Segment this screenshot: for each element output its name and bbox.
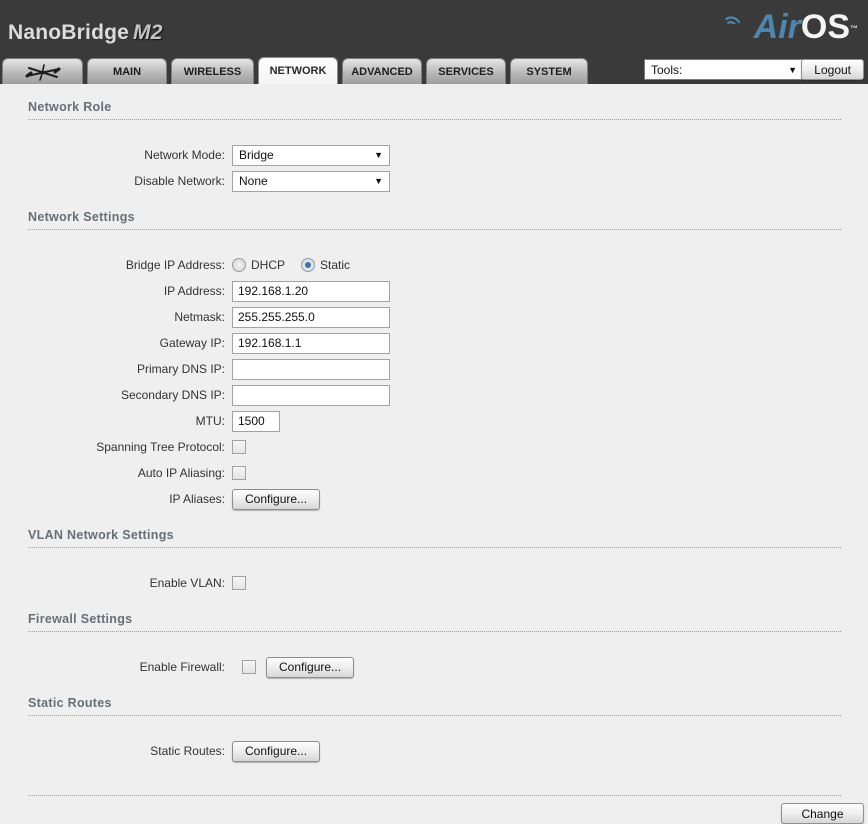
tab-network-label: NETWORK: [269, 65, 327, 77]
ip-address-label: IP Address:: [163, 284, 225, 298]
section-title-static-routes: Static Routes: [28, 696, 841, 716]
tools-dropdown-label: Tools:: [651, 62, 683, 77]
mtu-row: MTU:: [28, 408, 841, 434]
static-radio-label: Static: [320, 258, 351, 272]
product-title: NanoBridge M2: [8, 21, 163, 45]
secondary-dns-input[interactable]: [232, 384, 390, 406]
firewall-form: Enable Firewall: Configure...: [28, 654, 841, 680]
footer-row: Change: [28, 803, 864, 824]
gateway-input[interactable]: [232, 332, 390, 354]
network-mode-row: Network Mode: Bridge ▼: [28, 142, 841, 168]
network-mode-label: Network Mode:: [144, 148, 225, 162]
bridge-ip-row: Bridge IP Address: DHCP Static: [28, 252, 841, 278]
footer-divider: [28, 795, 841, 796]
tab-ubiquiti-home[interactable]: [2, 58, 83, 84]
primary-dns-label: Primary DNS IP:: [136, 362, 225, 376]
tab-wireless-label: WIRELESS: [183, 65, 242, 78]
network-page: Network Role Network Mode: Bridge ▼ Disa…: [0, 100, 868, 824]
primary-dns-row: Primary DNS IP:: [28, 356, 841, 382]
section-title-network-role: Network Role: [28, 100, 841, 120]
mtu-label: MTU:: [195, 414, 225, 428]
tab-main-label: MAIN: [112, 65, 142, 78]
enable-firewall-label: Enable Firewall:: [139, 660, 225, 674]
enable-vlan-row: Enable VLAN:: [28, 570, 841, 596]
ip-aliases-label: IP Aliases:: [169, 492, 225, 506]
static-routes-label: Static Routes:: [150, 744, 225, 758]
stp-row: Spanning Tree Protocol:: [28, 434, 841, 460]
firewall-configure-button[interactable]: Configure...: [266, 656, 355, 678]
tab-main[interactable]: MAIN: [87, 58, 167, 84]
gateway-label: Gateway IP:: [159, 336, 225, 350]
primary-dns-input[interactable]: [232, 358, 390, 380]
airos-logo-tm: ™: [850, 24, 858, 33]
stp-label: Spanning Tree Protocol:: [96, 440, 225, 454]
chevron-down-icon: ▼: [374, 150, 383, 160]
stp-checkbox[interactable]: [232, 440, 246, 454]
ubiquiti-antenna-icon: [25, 63, 60, 81]
network-role-form: Network Mode: Bridge ▼ Disable Network: …: [28, 142, 841, 194]
disable-network-value: None: [239, 174, 268, 188]
logout-button[interactable]: Logout: [801, 59, 864, 80]
section-title-vlan: VLAN Network Settings: [28, 528, 841, 548]
network-mode-select[interactable]: Bridge ▼: [232, 144, 390, 166]
product-name: NanoBridge: [8, 21, 130, 44]
enable-firewall-checkbox[interactable]: [242, 660, 256, 674]
tab-network[interactable]: NETWORK: [258, 57, 338, 84]
chevron-down-icon: ▼: [374, 176, 383, 186]
tab-bar: MAIN WIRELESS NETWORK ADVANCED SERVICES …: [0, 57, 868, 84]
bridge-ip-radio-group: DHCP Static: [232, 258, 366, 272]
ip-aliases-configure-button[interactable]: Configure...: [232, 488, 321, 510]
network-mode-value: Bridge: [239, 148, 274, 162]
static-routes-configure-button[interactable]: Configure...: [232, 740, 321, 762]
section-title-network-settings: Network Settings: [28, 210, 841, 230]
tab-services-label: SERVICES: [438, 65, 494, 78]
dhcp-radio[interactable]: DHCP: [232, 258, 285, 272]
secondary-dns-label: Secondary DNS IP:: [120, 388, 225, 402]
product-model: M2: [133, 21, 163, 44]
tab-advanced[interactable]: ADVANCED: [342, 58, 422, 84]
network-settings-form: Bridge IP Address: DHCP Static IP Addres…: [28, 252, 841, 512]
auto-ip-aliasing-checkbox[interactable]: [232, 466, 246, 480]
enable-firewall-row: Enable Firewall: Configure...: [28, 654, 841, 680]
enable-vlan-label: Enable VLAN:: [149, 576, 225, 590]
dhcp-radio-label: DHCP: [251, 258, 286, 272]
vlan-form: Enable VLAN:: [28, 570, 841, 596]
static-routes-form: Static Routes: Configure...: [28, 738, 841, 764]
header: NanoBridge M2 AirOS™ MAIN WIRELESS NETWO…: [0, 0, 868, 84]
mtu-input[interactable]: [232, 410, 280, 432]
tab-system-label: SYSTEM: [526, 65, 572, 78]
static-radio-circle: [301, 258, 316, 272]
gateway-row: Gateway IP:: [28, 330, 841, 356]
section-title-firewall: Firewall Settings: [28, 612, 841, 632]
disable-network-row: Disable Network: None ▼: [28, 168, 841, 194]
static-routes-row: Static Routes: Configure...: [28, 738, 841, 764]
tab-system[interactable]: SYSTEM: [510, 58, 588, 84]
ip-address-input[interactable]: [232, 280, 390, 302]
disable-network-select[interactable]: None ▼: [232, 170, 390, 192]
airos-logo-air: Air: [725, 8, 801, 46]
disable-network-label: Disable Network:: [134, 174, 225, 188]
chevron-down-icon: ▼: [788, 64, 797, 75]
dhcp-radio-circle: [232, 258, 246, 272]
tab-advanced-label: ADVANCED: [351, 65, 413, 78]
ip-aliases-row: IP Aliases: Configure...: [28, 486, 841, 512]
tab-wireless[interactable]: WIRELESS: [171, 58, 254, 84]
netmask-row: Netmask:: [28, 304, 841, 330]
airos-logo-os: OS: [800, 8, 850, 46]
netmask-input[interactable]: [232, 306, 390, 328]
tools-dropdown[interactable]: Tools: ▼: [644, 59, 804, 80]
wifi-signal-icon: [725, 16, 740, 24]
netmask-label: Netmask:: [174, 310, 225, 324]
static-radio[interactable]: Static: [301, 258, 350, 272]
auto-ip-aliasing-label: Auto IP Aliasing:: [137, 466, 225, 480]
airos-logo: AirOS™: [725, 8, 858, 46]
tab-services[interactable]: SERVICES: [426, 58, 506, 84]
change-button[interactable]: Change: [781, 803, 864, 824]
secondary-dns-row: Secondary DNS IP:: [28, 382, 841, 408]
ip-address-row: IP Address:: [28, 278, 841, 304]
auto-ip-aliasing-row: Auto IP Aliasing:: [28, 460, 841, 486]
bridge-ip-label: Bridge IP Address:: [125, 258, 225, 272]
enable-vlan-checkbox[interactable]: [232, 576, 246, 590]
